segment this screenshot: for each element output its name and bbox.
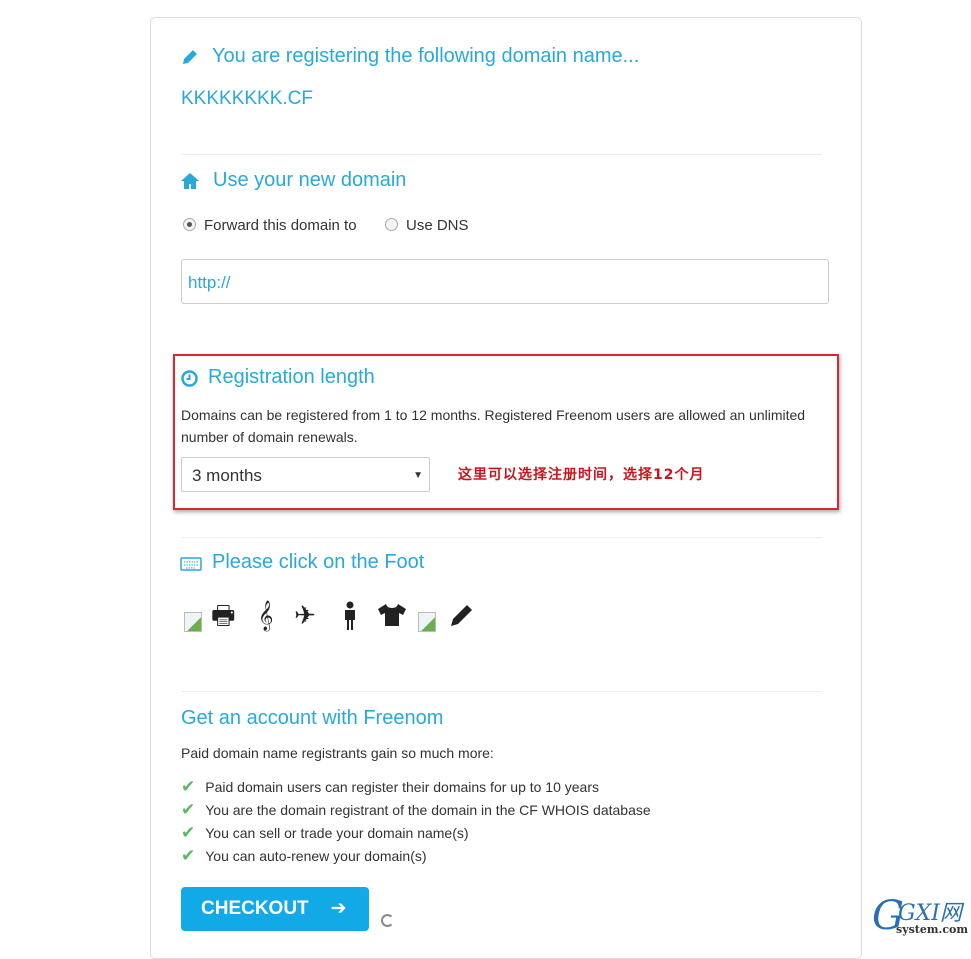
divider xyxy=(181,154,822,155)
pencil-icon xyxy=(183,50,197,64)
clock-icon xyxy=(181,370,198,387)
annotation-note: 这里可以选择注册时间，选择12个月 xyxy=(458,467,705,483)
forward-radio[interactable]: Forward this domain to xyxy=(183,217,357,234)
print-icon[interactable]: 🖶 xyxy=(211,600,236,630)
use-section-title: Use your new domain xyxy=(213,169,407,191)
dropdown-arrow-icon: ▼ xyxy=(413,470,423,481)
benefit-text: You can sell or trade your domain name(s… xyxy=(205,825,469,841)
check-icon: ✔ xyxy=(181,777,196,796)
checkout-button[interactable]: CHECKOUT ➔ xyxy=(181,887,369,931)
benefit-text: You can auto-renew your domain(s) xyxy=(205,848,427,864)
male-icon[interactable] xyxy=(342,601,358,631)
benefit-text: Paid domain users can register their dom… xyxy=(205,779,600,795)
benefit-text: You are the domain registrant of the dom… xyxy=(205,802,651,818)
check-icon: ✔ xyxy=(181,823,196,842)
registration-title: Registration length xyxy=(208,366,375,388)
dns-radio[interactable]: Use DNS xyxy=(385,217,469,234)
domain-name: KKKKKKKK.CF xyxy=(181,88,313,109)
treble-clef-icon[interactable]: 𝄞 xyxy=(258,600,273,630)
forward-url-input[interactable]: http:// xyxy=(181,259,829,304)
loading-spinner-icon xyxy=(381,914,394,927)
watermark-logo: G GXI网 system.com xyxy=(872,893,968,939)
plane-icon[interactable]: ✈ xyxy=(294,600,316,630)
benefit-item: ✔ Paid domain users can register their do… xyxy=(181,777,599,797)
radio-forward[interactable] xyxy=(183,218,196,231)
home-icon xyxy=(181,173,199,189)
check-icon: ✔ xyxy=(181,846,196,865)
radio-dns[interactable] xyxy=(385,218,398,231)
t-shirt-icon[interactable] xyxy=(377,603,407,627)
forward-label: Forward this domain to xyxy=(204,217,357,234)
dns-label: Use DNS xyxy=(406,217,469,234)
check-icon: ✔ xyxy=(181,800,196,819)
divider xyxy=(181,691,822,692)
checkout-label: CHECKOUT xyxy=(201,898,309,919)
keyboard-icon xyxy=(180,557,202,571)
broken-image-icon[interactable] xyxy=(184,612,202,632)
broken-image-icon[interactable] xyxy=(418,612,436,632)
account-title: Get an account with Freenom xyxy=(181,707,444,729)
registration-description: Domains can be registered from 1 to 12 m… xyxy=(181,407,806,445)
selected-value: 3 months xyxy=(192,466,262,485)
captcha-title: Please click on the Foot xyxy=(212,551,425,573)
arrow-right-icon: ➔ xyxy=(330,898,347,919)
benefit-item: ✔ You are the domain registrant of the do… xyxy=(181,800,651,820)
divider xyxy=(181,537,822,538)
account-intro: Paid domain name registrants gain so muc… xyxy=(181,745,494,761)
benefit-item: ✔ You can sell or trade your domain name(… xyxy=(181,823,469,843)
registration-length-select[interactable]: 3 months ▼ xyxy=(181,457,430,492)
pencil-icon[interactable] xyxy=(448,601,476,629)
domain-section-title: You are registering the following domain… xyxy=(212,45,640,67)
benefit-item: ✔ You can auto-renew your domain(s) xyxy=(181,846,427,866)
